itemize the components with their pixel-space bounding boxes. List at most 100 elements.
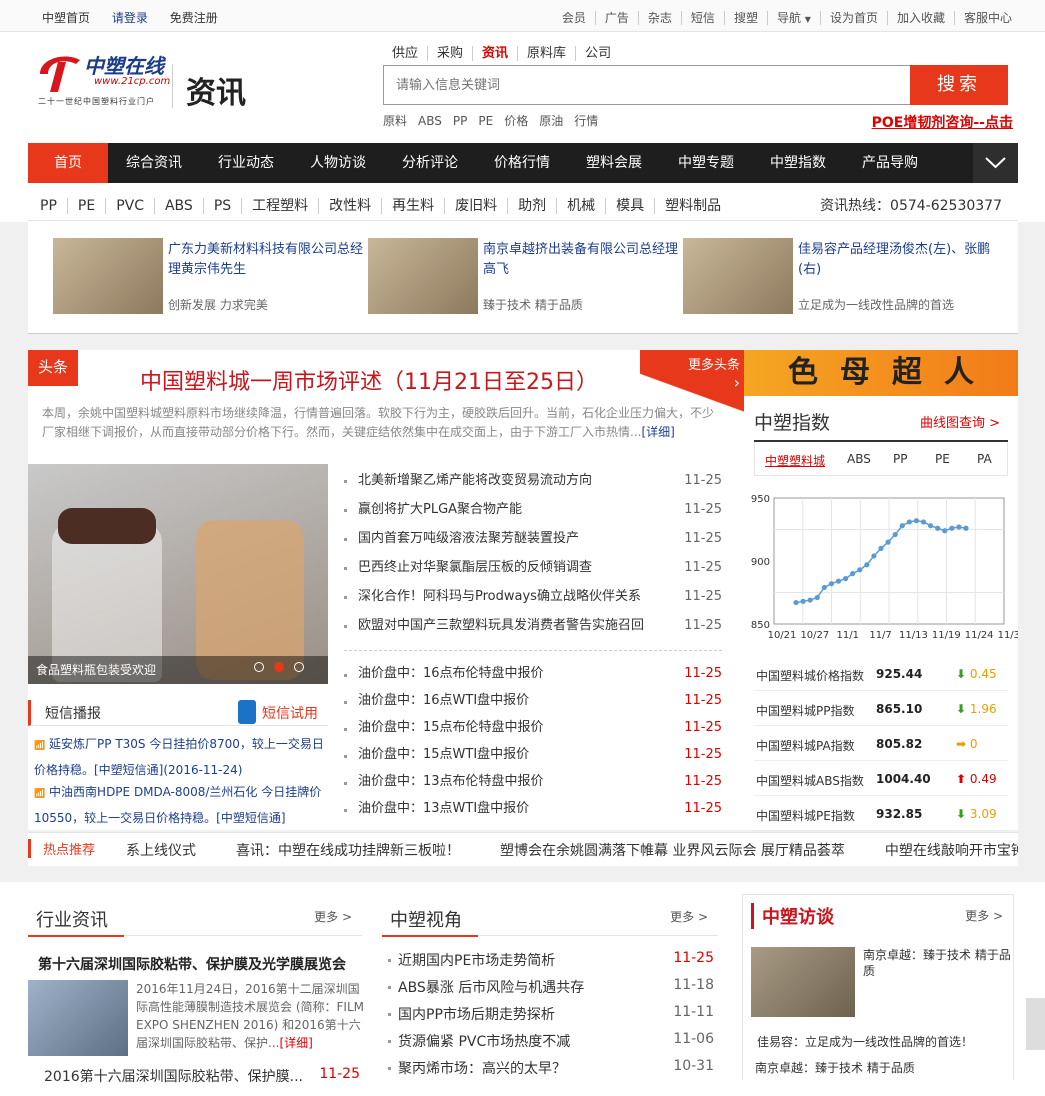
hot-keyword[interactable]: 原油 xyxy=(539,114,563,128)
news-title[interactable]: 2016第十六届深圳国际胶粘带、保护膜... xyxy=(28,1069,303,1085)
price-title[interactable]: 油价盘中：16点布伦特盘中报价 xyxy=(358,660,544,687)
register-link[interactable]: 免费注册 xyxy=(170,11,218,25)
index-tab[interactable]: 中塑塑料城 xyxy=(765,452,825,469)
topnav-member[interactable]: 会员 xyxy=(553,11,595,25)
login-link[interactable]: 请登录 xyxy=(112,11,148,25)
search-button[interactable]: 搜索 xyxy=(910,65,1008,105)
topnav-magazine[interactable]: 杂志 xyxy=(637,11,681,25)
talk-link[interactable]: 南京卓越：臻于技术 精于品质 xyxy=(755,1059,915,1076)
news-title[interactable]: 赢创将扩大PLGA聚合物产能 xyxy=(358,495,522,524)
list-item[interactable]: 油价盘中：15点WTI盘中报价 11-25 xyxy=(344,741,722,768)
price-title[interactable]: 油价盘中：13点WTI盘中报价 xyxy=(358,795,529,822)
talk-text[interactable]: 南京卓越：臻于技术 精于品质 xyxy=(863,947,1011,979)
news-title[interactable]: 深化合作！阿科玛与Prodways确立战略伙伴关系 xyxy=(358,582,641,611)
hot-keyword[interactable]: 价格 xyxy=(504,114,528,128)
nav-topic[interactable]: 中塑专题 xyxy=(660,143,752,183)
featured-detail-link[interactable]: [详细] xyxy=(279,1036,312,1050)
news-title[interactable]: 欧盟对中国产三款塑料玩具发消费者警告实施召回 xyxy=(358,611,644,640)
news-title[interactable]: 聚丙烯市场：高兴的太早？ xyxy=(398,1058,566,1078)
nav-analysis[interactable]: 分析评论 xyxy=(384,143,476,183)
list-item[interactable]: 油价盘中：13点WTI盘中报价 11-25 xyxy=(344,795,722,822)
sms-try-link[interactable]: 短信试用 xyxy=(262,703,318,723)
index-name[interactable]: 中国塑料城PA指数 xyxy=(756,737,855,754)
news-title[interactable]: 货源偏紧 PVC市场热度不减 xyxy=(398,1031,570,1051)
index-name[interactable]: 中国塑料城ABS指数 xyxy=(756,772,864,789)
list-item[interactable]: 深化合作！阿科玛与Prodways确立战略伙伴关系 11-25 xyxy=(344,582,722,611)
featured-photo[interactable] xyxy=(28,980,128,1056)
index-tab[interactable]: PA xyxy=(977,452,992,466)
index-tab[interactable]: ABS xyxy=(847,452,871,466)
subnav-item[interactable]: 废旧料 xyxy=(444,198,508,214)
subnav-item[interactable]: 再生料 xyxy=(381,198,445,214)
sms-item[interactable]: 📶 延安炼厂PP T30S 今日挂拍价8700，较上一交易日价格持稳。[中塑短信… xyxy=(34,732,328,782)
list-item[interactable]: 油价盘中：13点布伦特盘中报价 11-25 xyxy=(344,768,722,795)
nav-interview[interactable]: 人物访谈 xyxy=(292,143,384,183)
list-item[interactable]: 聚丙烯市场：高兴的太早？ 10-31 xyxy=(382,1058,716,1084)
hot-keyword[interactable]: 原料 xyxy=(383,114,407,128)
slider-dot[interactable] xyxy=(294,662,304,672)
list-item[interactable]: 油价盘中：15点布伦特盘中报价 11-25 xyxy=(344,714,722,741)
more-link[interactable]: 更多 > xyxy=(670,908,708,925)
table-row[interactable]: 中国塑料城PE指数 932.85 ⬇ 3.09 xyxy=(754,796,1008,831)
index-name[interactable]: 中国塑料城PP指数 xyxy=(756,702,854,719)
talk-photo[interactable] xyxy=(751,947,855,1017)
index-curve-link[interactable]: 曲线图查询 > xyxy=(920,412,1000,431)
list-item[interactable]: 赢创将扩大PLGA聚合物产能 11-25 xyxy=(344,495,722,524)
table-row[interactable]: 中国塑料城PA指数 805.82 ➡ 0 xyxy=(754,726,1008,761)
search-tab-material[interactable]: 原料库 xyxy=(517,46,576,61)
list-item[interactable]: ABS暴涨 后市风险与机遇共存 11-18 xyxy=(382,977,716,1003)
list-item[interactable]: 货源偏紧 PVC市场热度不减 11-06 xyxy=(382,1031,716,1057)
table-row[interactable]: 中国塑料城ABS指数 1004.40 ⬆ 0.49 xyxy=(754,761,1008,796)
search-input[interactable] xyxy=(384,66,912,104)
interview-card[interactable]: 佳易容产品经理汤俊杰(左)、张鹏(右) 立足成为一线改性品牌的首选 xyxy=(658,238,990,318)
ad-banner[interactable]: 色母超人 xyxy=(744,350,1018,396)
news-title[interactable]: 北美新增聚乙烯产能将改变贸易流动方向 xyxy=(358,466,592,495)
sms-item-text[interactable]: 延安炼厂PP T30S 今日挂拍价8700，较上一交易日价格持稳。[中塑短信通]… xyxy=(34,737,324,777)
more-link[interactable]: 更多 > xyxy=(965,907,1003,924)
list-item[interactable]: 油价盘中：16点布伦特盘中报价 11-25 xyxy=(344,660,722,687)
news-title[interactable]: 国内首套万吨级溶液法聚芳醚装置投产 xyxy=(358,524,579,553)
nav-products[interactable]: 产品导购 xyxy=(844,143,936,183)
subnav-item[interactable]: 机械 xyxy=(556,198,606,214)
list-item[interactable]: 近期国内PE市场走势简析 11-25 xyxy=(382,950,716,976)
topnav-sms[interactable]: 短信 xyxy=(680,11,724,25)
subnav-item[interactable]: PE xyxy=(66,198,106,214)
talk-link[interactable]: 佳易容：立足成为一线改性品牌的首选！ xyxy=(757,1033,973,1050)
interview-title[interactable]: 佳易容产品经理汤俊杰(左)、张鹏(右) xyxy=(798,240,998,280)
list-item[interactable]: 北美新增聚乙烯产能将改变贸易流动方向 11-25 xyxy=(344,466,722,495)
topnav-set-home[interactable]: 设为首页 xyxy=(819,11,887,25)
nav-industry[interactable]: 行业动态 xyxy=(200,143,292,183)
subnav-item[interactable]: PP xyxy=(28,198,67,214)
price-title[interactable]: 油价盘中：15点WTI盘中报价 xyxy=(358,741,529,768)
list-item[interactable]: 巴西终止对华聚氯酯层压板的反倾销调查 11-25 xyxy=(344,553,722,582)
subnav-item[interactable]: 改性料 xyxy=(318,198,382,214)
interview-title[interactable]: 广东力美新材料科技有限公司总经理黄宗伟先生 xyxy=(168,240,368,280)
hot-keyword[interactable]: PE xyxy=(478,114,493,128)
table-row[interactable]: 中国塑料城PP指数 865.10 ⬇ 1.96 xyxy=(754,691,1008,726)
hot-keyword[interactable]: ABS xyxy=(418,114,442,128)
subnav-item[interactable]: 塑料制品 xyxy=(654,198,732,214)
search-tab-news[interactable]: 资讯 xyxy=(472,46,518,61)
home-link[interactable]: 中塑首页 xyxy=(42,11,90,25)
topnav-favorite[interactable]: 加入收藏 xyxy=(886,11,954,25)
topnav-ads[interactable]: 广告 xyxy=(594,11,638,25)
news-title[interactable]: ABS暴涨 后市风险与机遇共存 xyxy=(398,977,584,997)
interview-card[interactable]: 广东力美新材料科技有限公司总经理黄宗伟先生 创新发展 力求完美 xyxy=(28,238,363,318)
nav-price[interactable]: 价格行情 xyxy=(476,143,568,183)
nav-general[interactable]: 综合资讯 xyxy=(108,143,200,183)
subnav-item[interactable]: PVC xyxy=(105,198,154,214)
hot-keyword[interactable]: 行情 xyxy=(574,114,598,128)
interview-title[interactable]: 南京卓越挤出装备有限公司总经理高飞 xyxy=(483,240,683,280)
nav-expo[interactable]: 塑料会展 xyxy=(568,143,660,183)
table-row[interactable]: 中国塑料城价格指数 925.44 ⬇ 0.45 xyxy=(754,656,1008,691)
nav-index[interactable]: 中塑指数 xyxy=(752,143,844,183)
subnav-item[interactable]: PS xyxy=(202,198,242,214)
ticker-item[interactable]: 中塑在线敲响开市宝钟 xyxy=(885,843,1018,859)
price-title[interactable]: 油价盘中：13点布伦特盘中报价 xyxy=(358,768,544,795)
headline-title[interactable]: 中国塑料城一周市场评述（11月21日至25日） xyxy=(140,364,598,396)
list-item[interactable]: 欧盟对中国产三款塑料玩具发消费者警告实施召回 11-25 xyxy=(344,611,722,640)
index-tab[interactable]: PE xyxy=(935,452,950,466)
interview-card[interactable]: 南京卓越挤出装备有限公司总经理高飞 臻于技术 精于品质 xyxy=(343,238,678,318)
list-item[interactable]: 国内首套万吨级溶液法聚芳醚装置投产 11-25 xyxy=(344,524,722,553)
list-item[interactable]: 国内PP市场后期走势探析 11-11 xyxy=(382,1004,716,1030)
